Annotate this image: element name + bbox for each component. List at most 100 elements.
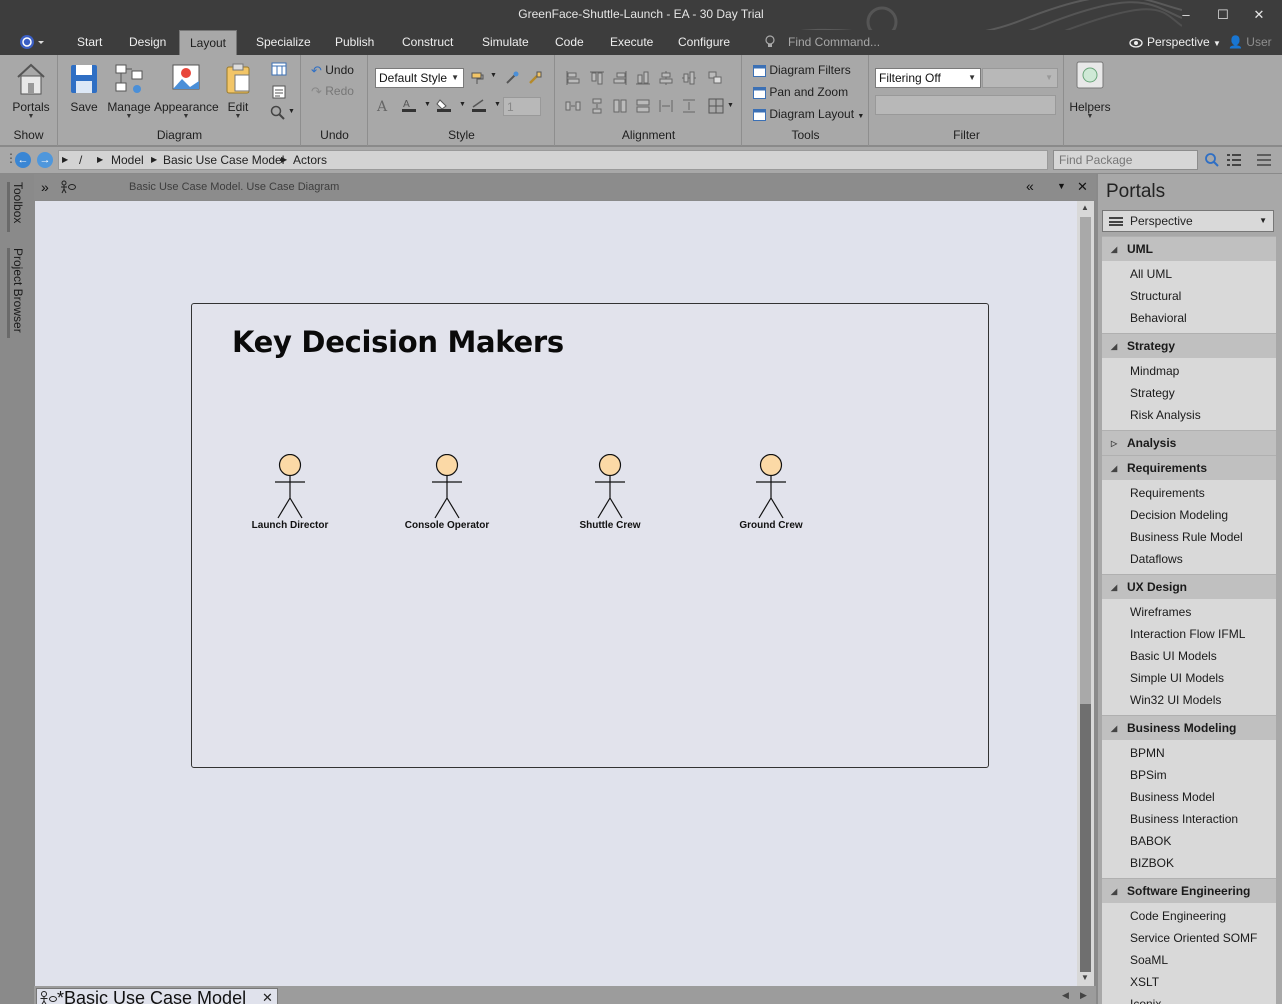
- tab-design[interactable]: Design: [120, 30, 175, 55]
- manage-button[interactable]: Manage ▼: [107, 61, 151, 120]
- tab-specialize[interactable]: Specialize: [247, 30, 320, 55]
- tab-construct[interactable]: Construct: [393, 30, 462, 55]
- portal-item[interactable]: Business Rule Model: [1102, 526, 1276, 548]
- portal-item[interactable]: Strategy: [1102, 382, 1276, 404]
- close-tab-icon[interactable]: ✕: [262, 990, 273, 1004]
- pipette-icon[interactable]: [504, 70, 520, 86]
- portal-item[interactable]: Behavioral: [1102, 307, 1276, 329]
- portal-section-header[interactable]: ◢ UX Design: [1102, 574, 1276, 599]
- filter-dropdown[interactable]: Filtering Off ▼: [875, 68, 981, 88]
- arrange-icon[interactable]: [707, 70, 723, 86]
- breadcrumb-item-actors[interactable]: Actors: [293, 151, 327, 169]
- scroll-left-icon[interactable]: ◀: [1062, 990, 1069, 1001]
- tab-simulate[interactable]: Simulate: [473, 30, 538, 55]
- portal-section-header[interactable]: ◢ UML: [1102, 236, 1276, 261]
- hamburger-menu-icon[interactable]: [1256, 153, 1272, 167]
- align-top-icon[interactable]: [589, 70, 605, 86]
- paint-brush-icon[interactable]: [527, 70, 543, 86]
- chevron-right-icon[interactable]: ▶: [151, 151, 157, 169]
- same-width-icon[interactable]: [635, 98, 651, 114]
- space-vertical-icon[interactable]: [589, 98, 605, 114]
- portal-item[interactable]: BIZBOK: [1102, 852, 1276, 874]
- portal-item[interactable]: Dataflows: [1102, 548, 1276, 570]
- zoom-icon[interactable]: [270, 105, 286, 121]
- vertical-scrollbar[interactable]: ▲ ▼: [1077, 201, 1094, 986]
- back-button[interactable]: ←: [15, 152, 31, 168]
- edit-button[interactable]: Edit ▼: [221, 61, 255, 120]
- portal-section-header[interactable]: ◢ Software Engineering: [1102, 878, 1276, 903]
- breadcrumb-root[interactable]: /: [79, 151, 82, 169]
- align-middle-icon[interactable]: [681, 70, 697, 86]
- line-width-spinner[interactable]: 1: [503, 97, 541, 116]
- distribute-horizontal-icon[interactable]: [658, 98, 674, 114]
- collapse-icon[interactable]: «: [1026, 178, 1034, 194]
- find-command-input[interactable]: Find Command...: [788, 33, 918, 51]
- portal-item[interactable]: Decision Modeling: [1102, 504, 1276, 526]
- portal-item[interactable]: BABOK: [1102, 830, 1276, 852]
- filter-text-input[interactable]: [875, 95, 1056, 115]
- portal-item[interactable]: Structural: [1102, 285, 1276, 307]
- portal-item[interactable]: Business Interaction: [1102, 808, 1276, 830]
- chevron-down-icon[interactable]: ▼: [1057, 181, 1066, 191]
- portal-item[interactable]: Win32 UI Models: [1102, 689, 1276, 711]
- save-button[interactable]: Save: [66, 61, 102, 114]
- tab-layout[interactable]: Layout: [179, 30, 237, 55]
- portal-item[interactable]: BPMN: [1102, 742, 1276, 764]
- search-icon[interactable]: [1204, 152, 1220, 168]
- scrollbar-thumb[interactable]: [1080, 704, 1091, 972]
- project-browser-tab[interactable]: Project Browser: [11, 248, 25, 333]
- diagram-layout-button[interactable]: Diagram Layout ▼: [753, 105, 864, 123]
- distribute-vertical-icon[interactable]: [681, 98, 697, 114]
- portal-item[interactable]: Requirements: [1102, 482, 1276, 504]
- actor-ground-crew[interactable]: Ground Crew: [711, 454, 831, 534]
- portal-item[interactable]: BPSim: [1102, 764, 1276, 786]
- portal-section-header[interactable]: ◢ Strategy: [1102, 333, 1276, 358]
- tab-configure[interactable]: Configure: [669, 30, 739, 55]
- maximize-button[interactable]: ☐: [1213, 6, 1233, 24]
- app-menu-icon[interactable]: [18, 34, 46, 50]
- font-color-icon[interactable]: A: [401, 97, 417, 113]
- portal-item[interactable]: Code Engineering: [1102, 905, 1276, 927]
- actor-console-operator[interactable]: Console Operator: [387, 454, 507, 534]
- chevron-right-icon[interactable]: ▶: [281, 151, 287, 169]
- pan-and-zoom-button[interactable]: Pan and Zoom: [753, 83, 848, 101]
- redo-button[interactable]: ↷ Redo: [311, 82, 354, 100]
- portal-section-header[interactable]: ◢ Business Modeling: [1102, 715, 1276, 740]
- chevron-right-icon[interactable]: ▶: [97, 151, 103, 169]
- helpers-button[interactable]: Helpers ▼: [1067, 61, 1113, 120]
- boundary-box[interactable]: [191, 303, 989, 768]
- tab-start[interactable]: Start: [68, 30, 111, 55]
- portal-item[interactable]: Iconix: [1102, 993, 1276, 1004]
- expand-toolbox-icon[interactable]: »: [41, 179, 49, 195]
- undo-button[interactable]: ↶ Undo: [311, 61, 354, 79]
- font-icon[interactable]: A: [377, 99, 387, 115]
- format-painter-icon[interactable]: [470, 70, 486, 86]
- toolbox-icon[interactable]: [271, 61, 287, 77]
- scroll-up-icon[interactable]: ▲: [1081, 203, 1089, 212]
- portal-item[interactable]: Mindmap: [1102, 360, 1276, 382]
- actor-shuttle-crew[interactable]: Shuttle Crew: [550, 454, 670, 534]
- align-center-icon[interactable]: [658, 70, 674, 86]
- scroll-right-icon[interactable]: ▶: [1080, 990, 1087, 1001]
- close-button[interactable]: ✕: [1249, 6, 1269, 24]
- chevron-right-icon[interactable]: ▶: [62, 151, 68, 169]
- portal-section-header[interactable]: ▷ Analysis: [1102, 430, 1276, 455]
- portal-item[interactable]: Basic UI Models: [1102, 645, 1276, 667]
- perspective-dropdown[interactable]: Perspective ▼: [1147, 33, 1221, 51]
- appearance-button[interactable]: Appearance ▼: [154, 61, 219, 120]
- portal-item[interactable]: All UML: [1102, 263, 1276, 285]
- line-color-icon[interactable]: [471, 97, 487, 113]
- portal-item[interactable]: Business Model: [1102, 786, 1276, 808]
- scroll-down-icon[interactable]: ▼: [1081, 973, 1089, 982]
- portal-item[interactable]: Risk Analysis: [1102, 404, 1276, 426]
- list-view-icon[interactable]: [1226, 152, 1242, 168]
- style-dropdown[interactable]: Default Style ▼: [375, 68, 464, 88]
- toolbox-tab[interactable]: Toolbox: [11, 182, 25, 223]
- portals-button[interactable]: Portals ▼: [8, 61, 54, 120]
- forward-button[interactable]: →: [37, 152, 53, 168]
- breadcrumb-item-model[interactable]: Model: [111, 151, 144, 169]
- space-horizontal-icon[interactable]: [565, 98, 581, 114]
- portals-dropdown[interactable]: Perspective ▼: [1102, 210, 1274, 232]
- find-package-input[interactable]: Find Package: [1053, 150, 1198, 170]
- diagram-filters-button[interactable]: Diagram Filters: [753, 61, 851, 79]
